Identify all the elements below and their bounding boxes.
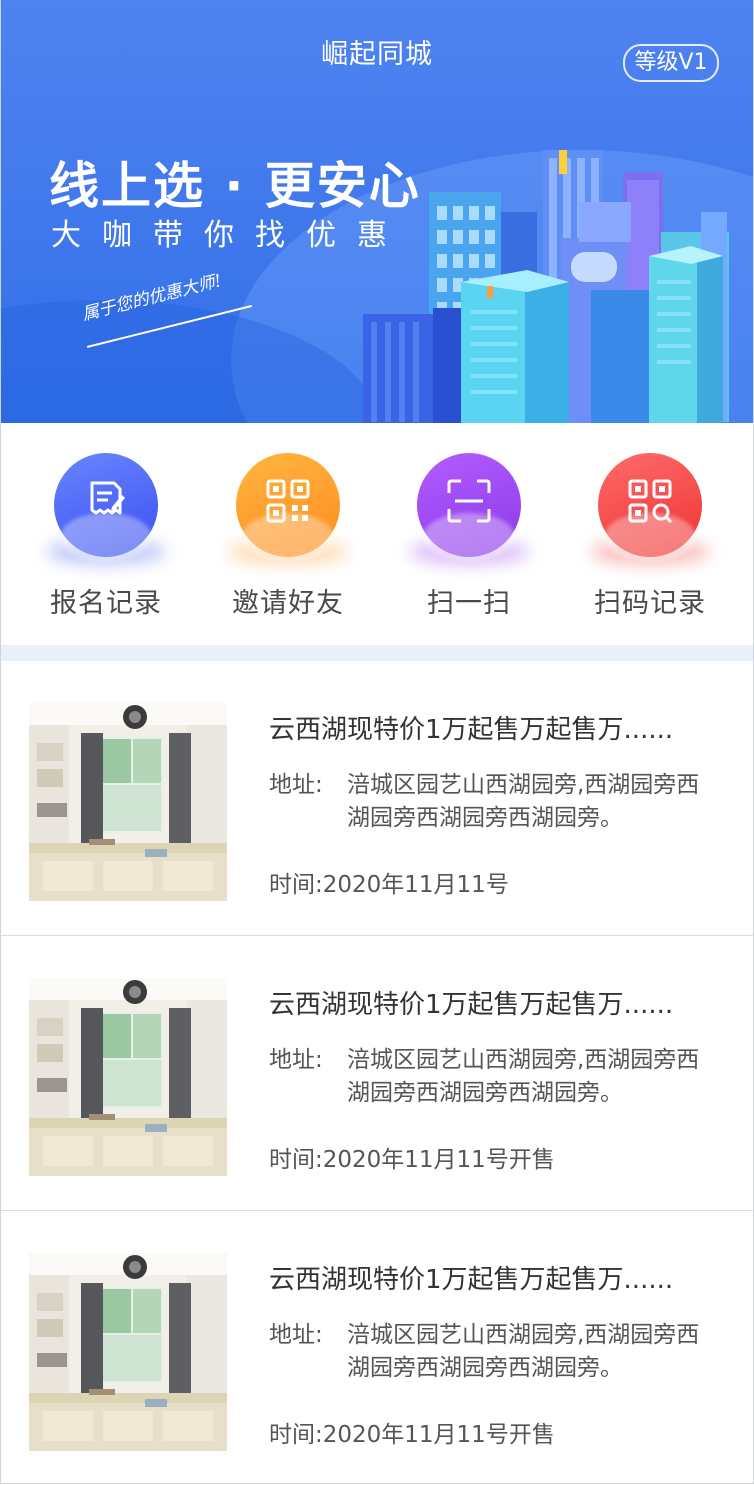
app-screen: 崛起同城 等级V1 线上选 · 更安心 大咖带你找优惠 属于您的优惠大师! 报名…	[0, 0, 754, 1484]
scan-record-icon	[628, 479, 673, 524]
listing-address: 地址: 涪城区园艺山西湖园旁,西湖园旁西湖园旁西湖园旁西湖园旁。	[269, 769, 719, 835]
address-text: 涪城区园艺山西湖园旁,西湖园旁西湖园旁西湖园旁西湖园旁。	[347, 1047, 700, 1106]
qrcode-icon	[266, 479, 310, 523]
listing-thumbnail[interactable]	[29, 1253, 227, 1451]
quick-nav-label: 扫码记录	[594, 588, 706, 619]
level-badge[interactable]: 等级V1	[623, 44, 719, 82]
listing-card[interactable]: 云西湖现特价1万起售万起售万...... 地址: 涪城区园艺山西湖园旁,西湖园旁…	[1, 936, 753, 1211]
room-photo-image	[29, 978, 227, 1176]
listing-title[interactable]: 云西湖现特价1万起售万起售万......	[269, 1259, 719, 1296]
room-photo-image	[29, 1253, 227, 1451]
time-text: 2020年11月11号开售	[322, 1422, 555, 1448]
quick-nav-signup-record[interactable]: 报名记录	[26, 453, 186, 623]
signup-record-icon	[90, 481, 125, 515]
room-photo-image	[29, 703, 227, 901]
qrcode-icon-circle	[236, 453, 340, 557]
quick-nav-scan-record[interactable]: 扫码记录	[570, 453, 730, 623]
listing-card[interactable]: 云西湖现特价1万起售万起售万...... 地址: 涪城区园艺山西湖园旁,西湖园旁…	[1, 1211, 753, 1483]
time-label: 时间:	[269, 1147, 323, 1173]
scan-icon-circle	[417, 453, 521, 557]
time-label: 时间:	[269, 872, 323, 898]
quick-nav-scan[interactable]: 扫一扫	[389, 453, 549, 623]
banner-sub-slogan: 大咖带你找优惠	[51, 218, 408, 253]
time-text: 2020年11月11号开售	[322, 1147, 555, 1173]
listing-card[interactable]: 云西湖现特价1万起售万起售万...... 地址: 涪城区园艺山西湖园旁,西湖园旁…	[1, 661, 753, 936]
section-divider	[1, 645, 753, 661]
address-label: 地址:	[269, 1322, 323, 1348]
listing-list: 云西湖现特价1万起售万起售万...... 地址: 涪城区园艺山西湖园旁,西湖园旁…	[1, 661, 753, 1483]
quick-nav-label: 邀请好友	[232, 588, 344, 619]
listing-time: 时间:2020年11月11号	[269, 865, 509, 899]
hero-banner[interactable]: 崛起同城 等级V1 线上选 · 更安心 大咖带你找优惠 属于您的优惠大师!	[1, 0, 753, 423]
banner-slogan: 线上选 · 更安心	[49, 157, 421, 215]
address-text: 涪城区园艺山西湖园旁,西湖园旁西湖园旁西湖园旁西湖园旁。	[347, 1322, 700, 1381]
quick-nav-label: 报名记录	[50, 588, 162, 619]
listing-title[interactable]: 云西湖现特价1万起售万起售万......	[269, 984, 719, 1021]
listing-time: 时间:2020年11月11号开售	[269, 1140, 555, 1174]
address-label: 地址:	[269, 1047, 323, 1073]
listing-address: 地址: 涪城区园艺山西湖园旁,西湖园旁西湖园旁西湖园旁西湖园旁。	[269, 1319, 719, 1385]
scan-record-icon-circle	[598, 453, 702, 557]
signup-record-icon-circle	[54, 453, 158, 557]
quick-nav-invite-friends[interactable]: 邀请好友	[208, 453, 368, 623]
listing-title[interactable]: 云西湖现特价1万起售万起售万......	[269, 709, 719, 746]
time-text: 2020年11月11号	[322, 872, 509, 898]
address-text: 涪城区园艺山西湖园旁,西湖园旁西湖园旁西湖园旁西湖园旁。	[347, 772, 700, 831]
address-label: 地址:	[269, 772, 323, 798]
quick-nav-label: 扫一扫	[427, 588, 511, 619]
quick-nav: 报名记录 邀请好友 扫一扫 扫码记录	[1, 423, 753, 645]
listing-thumbnail[interactable]	[29, 703, 227, 901]
time-label: 时间:	[269, 1422, 323, 1448]
listing-address: 地址: 涪城区园艺山西湖园旁,西湖园旁西湖园旁西湖园旁西湖园旁。	[269, 1044, 719, 1110]
listing-time: 时间:2020年11月11号开售	[269, 1415, 555, 1449]
listing-thumbnail[interactable]	[29, 978, 227, 1176]
scan-icon	[447, 479, 491, 523]
